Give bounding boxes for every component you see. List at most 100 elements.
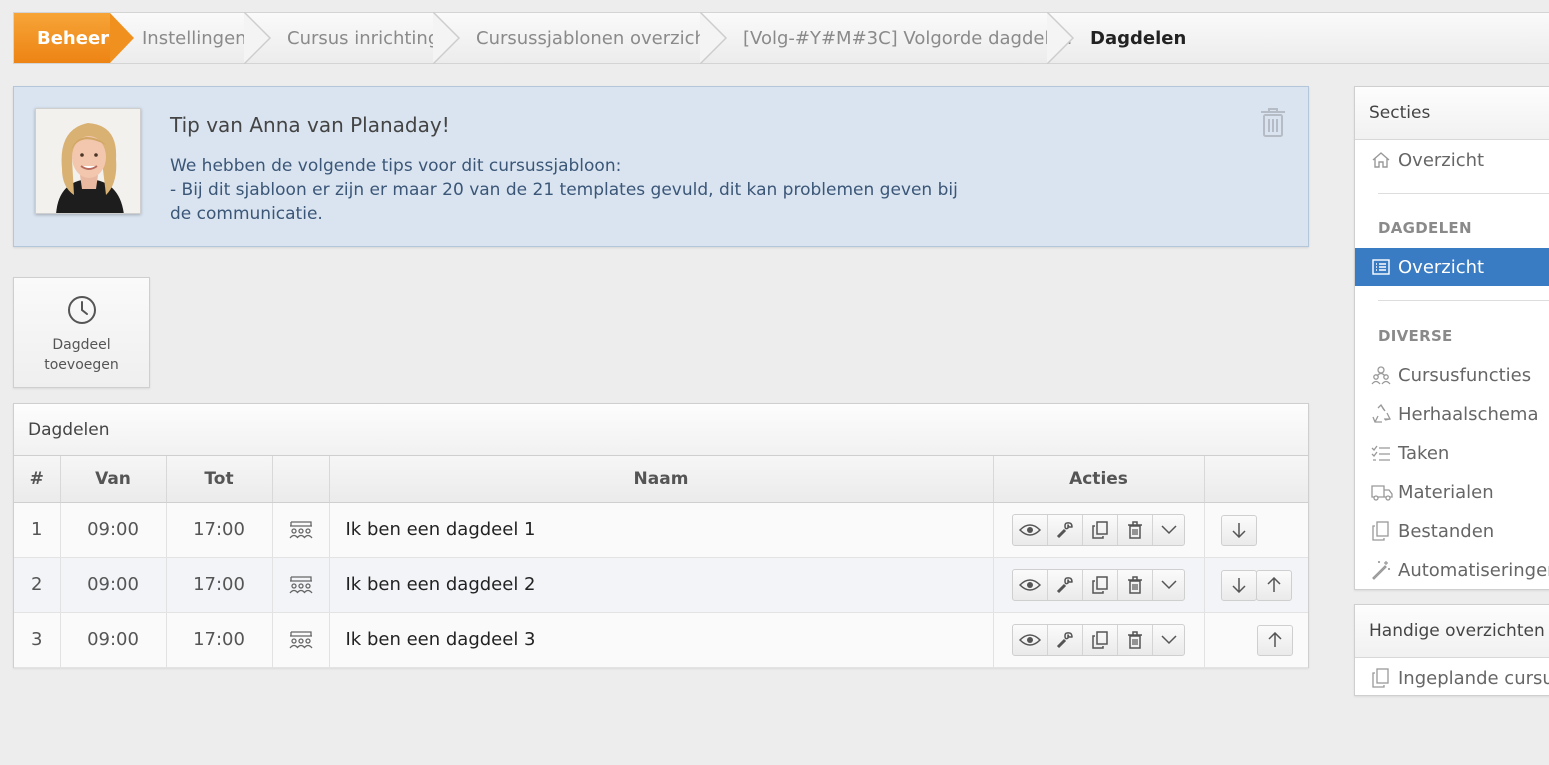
table-row[interactable]: 3 09:00 17:00 Ik ben een dagdeel 3	[14, 612, 1308, 668]
actions-cell	[993, 612, 1205, 668]
actions-button-group	[1012, 623, 1185, 656]
sidebar-item-herhaalschema[interactable]: Herhaalschema	[1355, 395, 1549, 433]
sidebar-item-label: Taken	[1398, 442, 1450, 464]
row-number: 3	[14, 612, 61, 668]
view-button[interactable]	[1013, 569, 1048, 600]
breadcrumb-item-volgorde-dagdelen[interactable]: [Volg-#Y#M#3C] Volgorde dagdelen	[711, 12, 1075, 64]
copy-button[interactable]	[1083, 514, 1118, 545]
group-icon	[288, 630, 313, 649]
clock-icon	[66, 294, 98, 326]
sidebar-section-diverse: DIVERSE	[1378, 327, 1453, 345]
sidebar-item-label: Ingeplande cursus	[1398, 667, 1549, 689]
avatar	[35, 108, 141, 214]
sidebar-item-label: Overzicht	[1398, 256, 1485, 278]
column-header-van[interactable]: Van	[60, 456, 167, 503]
view-button[interactable]	[1013, 514, 1048, 545]
column-header-num: #	[14, 456, 61, 503]
add-dagdeel-button[interactable]: Dagdeel toevoegen	[13, 277, 150, 388]
actions-cell	[993, 557, 1205, 613]
sidebar-item-cursusfuncties[interactable]: Cursusfuncties	[1355, 356, 1549, 394]
magic-wand-icon	[1371, 560, 1391, 580]
column-header-naam[interactable]: Naam	[329, 456, 994, 503]
sidebar-title: Secties	[1355, 87, 1549, 140]
group-icon	[288, 520, 313, 539]
panel-title: Dagdelen	[14, 404, 1308, 456]
column-header-tot[interactable]: Tot	[166, 456, 273, 503]
move-cell	[1204, 502, 1308, 558]
table-row[interactable]: 2 09:00 17:00 Ik ben een dagdeel 2	[14, 557, 1308, 613]
group-cell	[272, 612, 330, 668]
copy-button[interactable]	[1083, 569, 1118, 600]
breadcrumb-label: [Volg-#Y#M#3C] Volgorde dagdelen	[743, 27, 1072, 49]
group-cell	[272, 502, 330, 558]
move-up-button[interactable]	[1256, 624, 1293, 656]
handy-overviews-panel: Handige overzichten Ingeplande cursus	[1354, 604, 1549, 696]
truck-icon	[1371, 482, 1393, 502]
sidebar-item-dagdelen-overzicht[interactable]: Overzicht	[1355, 248, 1549, 286]
copy-button[interactable]	[1083, 624, 1118, 655]
breadcrumb-label: Cursussjablonen overzicht	[476, 27, 713, 49]
move-cell	[1204, 557, 1308, 613]
row-number: 2	[14, 557, 61, 613]
row-tot: 17:00	[166, 612, 273, 668]
sidebar-item-overzicht[interactable]: Overzicht	[1355, 141, 1549, 179]
move-down-button[interactable]	[1220, 569, 1257, 601]
breadcrumb-label: Beheer	[37, 27, 110, 49]
breadcrumb-item-cursussjablonen-overzicht[interactable]: Cursussjablonen overzicht	[444, 12, 728, 64]
table-row[interactable]: 1 09:00 17:00 Ik ben een dagdeel 1	[14, 502, 1308, 558]
tip-box: Tip van Anna van Planaday! We hebben de …	[13, 86, 1309, 247]
row-van: 09:00	[60, 557, 167, 613]
handy-overviews-title: Handige overzichten	[1355, 605, 1549, 658]
actions-button-group	[1012, 568, 1185, 601]
sidebar-item-label: Automatiseringen	[1398, 559, 1549, 581]
row-van: 09:00	[60, 502, 167, 558]
recycle-icon	[1371, 404, 1391, 424]
breadcrumb-label: Cursus inrichting	[287, 27, 440, 49]
view-button[interactable]	[1013, 624, 1048, 655]
more-dropdown-button[interactable]	[1153, 515, 1184, 545]
files-icon	[1371, 668, 1391, 688]
dagdelen-table: # Van Tot Naam Acties 1 09:00 17:00 Ik b…	[14, 456, 1308, 668]
sidebar-item-taken[interactable]: Taken	[1355, 434, 1549, 472]
column-header-move	[1204, 456, 1308, 503]
breadcrumb-label: Dagdelen	[1090, 27, 1187, 49]
row-tot: 17:00	[166, 557, 273, 613]
breadcrumb-label: Instellingen	[142, 27, 247, 49]
move-cell	[1204, 612, 1308, 668]
row-number: 1	[14, 502, 61, 558]
delete-button[interactable]	[1118, 624, 1153, 655]
files-icon	[1371, 521, 1391, 541]
move-up-button[interactable]	[1255, 569, 1292, 601]
actions-button-group	[1012, 513, 1185, 546]
list-icon	[1371, 257, 1391, 277]
column-header-icon	[272, 456, 330, 503]
more-dropdown-button[interactable]	[1153, 570, 1184, 600]
move-down-button[interactable]	[1220, 514, 1257, 546]
breadcrumb-item-beheer[interactable]: Beheer	[14, 13, 134, 63]
more-dropdown-button[interactable]	[1153, 625, 1184, 655]
sidebar-item-label: Cursusfuncties	[1398, 364, 1532, 386]
column-header-acties: Acties	[993, 456, 1205, 503]
sidebar-item-automatiseringen[interactable]: Automatiseringen	[1355, 551, 1549, 589]
sidebar-item-label: Materialen	[1398, 481, 1494, 503]
sidebar-item-materialen[interactable]: Materialen	[1355, 473, 1549, 511]
trash-icon[interactable]	[1258, 106, 1288, 138]
edit-wrench-button[interactable]	[1048, 569, 1083, 600]
breadcrumb: Beheer Instellingen Cursus inrichting Cu…	[13, 12, 1549, 64]
group-cell	[272, 557, 330, 613]
add-dagdeel-label: Dagdeel toevoegen	[44, 337, 119, 373]
group-icon	[288, 575, 313, 594]
sidebar-item-bestanden[interactable]: Bestanden	[1355, 512, 1549, 550]
sections-sidebar: Secties Overzicht DAGDELEN Overzicht DIV…	[1354, 86, 1549, 590]
sidebar-item-ingeplande-cursus[interactable]: Ingeplande cursus	[1355, 659, 1549, 697]
edit-wrench-button[interactable]	[1048, 624, 1083, 655]
delete-button[interactable]	[1118, 514, 1153, 545]
breadcrumb-item-cursus-inrichting[interactable]: Cursus inrichting	[255, 12, 461, 64]
sidebar-section-dagdelen: DAGDELEN	[1378, 219, 1472, 237]
row-naam: Ik ben een dagdeel 3	[329, 612, 994, 668]
tip-title: Tip van Anna van Planaday!	[170, 113, 450, 137]
sidebar-divider	[1378, 193, 1549, 194]
sidebar-divider	[1378, 300, 1549, 301]
delete-button[interactable]	[1118, 569, 1153, 600]
edit-wrench-button[interactable]	[1048, 514, 1083, 545]
